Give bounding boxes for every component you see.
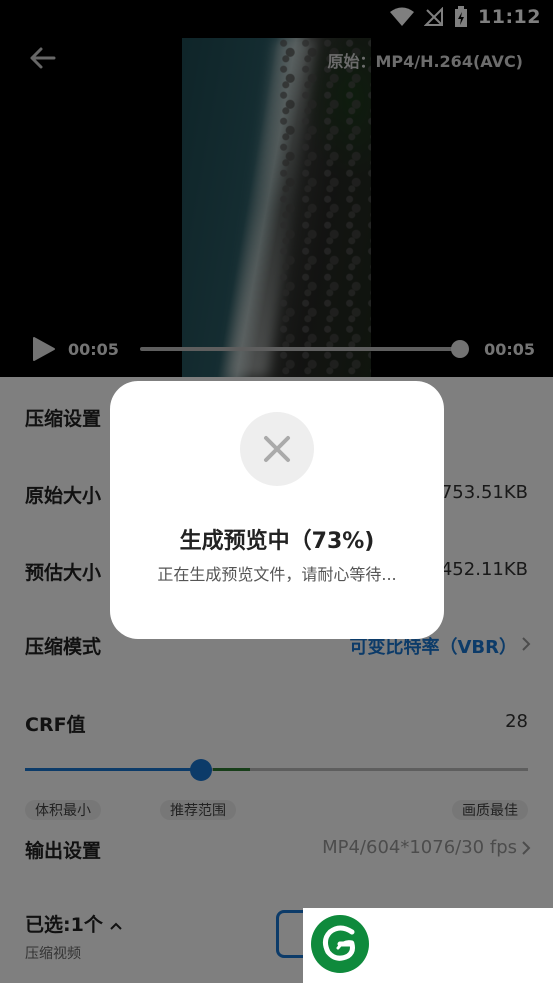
preview-progress-dialog: 生成预览中（73%) 正在生成预览文件，请耐心等待... <box>110 381 444 639</box>
dialog-message: 正在生成预览文件，请耐心等待... <box>157 565 397 584</box>
app-logo-icon <box>311 915 369 973</box>
dialog-close-button[interactable] <box>240 412 314 486</box>
app-logo-overlay <box>303 908 553 983</box>
close-icon <box>264 436 290 462</box>
dialog-title: 生成预览中（73%) <box>179 529 375 554</box>
